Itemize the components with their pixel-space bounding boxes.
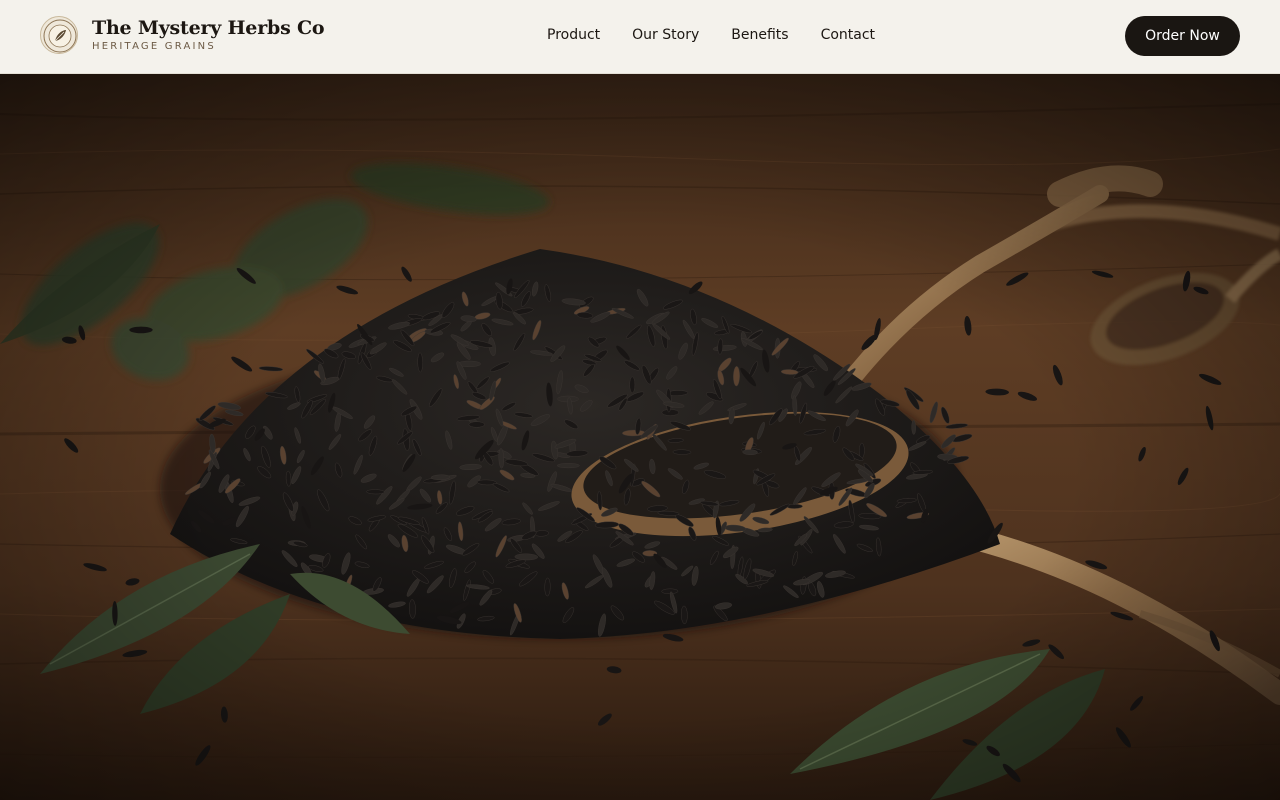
- nav-link-benefits[interactable]: Benefits: [731, 26, 788, 44]
- brand-tagline: HERITAGE GRAINS: [92, 40, 216, 52]
- hero-illustration: [0, 74, 1280, 800]
- nav-link-our-story[interactable]: Our Story: [632, 26, 699, 44]
- nav-link-contact[interactable]: Contact: [821, 26, 875, 44]
- main-nav: Product Our Story Benefits Contact: [547, 26, 875, 44]
- hero-image: [0, 74, 1280, 800]
- order-now-button[interactable]: Order Now: [1125, 16, 1240, 56]
- brand-name: The Mystery Herbs Co: [92, 16, 325, 39]
- site-header: The Mystery Herbs Co HERITAGE GRAINS Pro…: [0, 0, 1280, 74]
- brand[interactable]: The Mystery Herbs Co HERITAGE GRAINS: [40, 16, 325, 54]
- nav-link-product[interactable]: Product: [547, 26, 600, 44]
- herb-seal-icon: [40, 16, 78, 54]
